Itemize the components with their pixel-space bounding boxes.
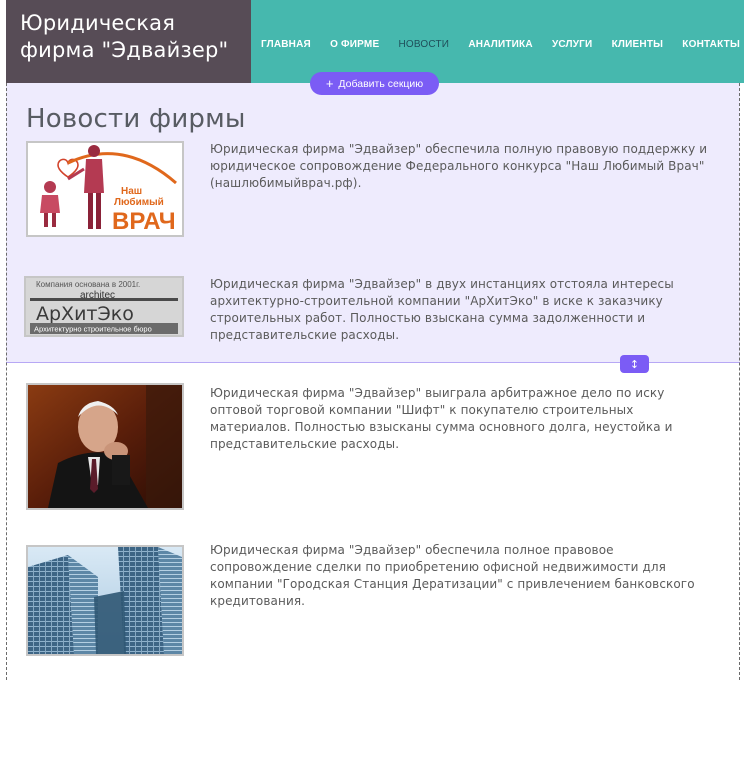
logo-arkhiteko-text: АрХитЭко — [36, 303, 134, 325]
site-header: Юридическая фирма "Эдвайзер" ГЛАВНАЯ О Ф… — [6, 0, 744, 83]
logo-text-nash: Наш — [121, 186, 142, 197]
nav-item-news[interactable]: НОВОСТИ — [398, 39, 449, 50]
section-resize-handle[interactable]: ↕ — [620, 355, 649, 373]
office-buildings-photo — [28, 547, 182, 654]
news-text: Юридическая фирма "Эдвайзер" в двух инст… — [210, 277, 674, 342]
arkhiteko-logo: Компания основана в 2001г. architec АрХи… — [26, 278, 182, 335]
news-image-businessman[interactable] — [26, 383, 184, 510]
nash-lyubimyy-vrach-logo: Наш Любимый ВРАЧ — [28, 143, 182, 235]
news-text: Юридическая фирма "Эдвайзер" выиграла ар… — [210, 386, 673, 451]
news-image-buildings[interactable] — [26, 545, 184, 656]
news-text: Юридическая фирма "Эдвайзер" обеспечила … — [210, 142, 708, 190]
nav-item-analytics[interactable]: АНАЛИТИКА — [468, 39, 532, 50]
logo-text-vrach: ВРАЧ — [112, 208, 176, 235]
section-boundary-left — [6, 83, 7, 680]
nav-item-contacts[interactable]: КОНТАКТЫ — [682, 39, 740, 50]
businessman-portrait-photo — [28, 385, 182, 508]
logo-text-lyubimyy: Любимый — [114, 196, 164, 208]
news-text: Юридическая фирма "Эдвайзер" обеспечила … — [210, 543, 695, 608]
logo-founded-text: Компания основана в 2001г. — [36, 280, 140, 289]
brand-block[interactable]: Юридическая фирма "Эдвайзер" — [6, 0, 251, 83]
nav-item-services[interactable]: УСЛУГИ — [552, 39, 593, 50]
news-image-vrach[interactable]: Наш Любимый ВРАЧ — [26, 141, 184, 237]
section-boundary-right — [739, 83, 740, 680]
news-image-arkhiteko[interactable]: Компания основана в 2001г. architec АрХи… — [24, 276, 184, 337]
plus-icon: + — [325, 76, 334, 91]
nav-item-clients[interactable]: КЛИЕНТЫ — [612, 39, 664, 50]
nav-item-home[interactable]: ГЛАВНАЯ — [261, 39, 311, 50]
logo-bureau-text: Архитектурно строительное бюро — [34, 325, 152, 334]
resize-vertical-icon: ↕ — [629, 357, 640, 371]
brand-title: Юридическая фирма "Эдвайзер" — [20, 10, 251, 64]
brand-title-line-2: фирма "Эдвайзер" — [20, 38, 229, 62]
main-nav: ГЛАВНАЯ О ФИРМЕ НОВОСТИ АНАЛИТИКА УСЛУГИ… — [251, 0, 744, 83]
add-section-label: Добавить секцию — [338, 77, 424, 90]
add-section-button[interactable]: + Добавить секцию — [310, 72, 439, 95]
page-title: Новости фирмы — [26, 104, 246, 134]
nav-item-about[interactable]: О ФИРМЕ — [330, 39, 379, 50]
brand-title-line-1: Юридическая — [20, 11, 176, 35]
